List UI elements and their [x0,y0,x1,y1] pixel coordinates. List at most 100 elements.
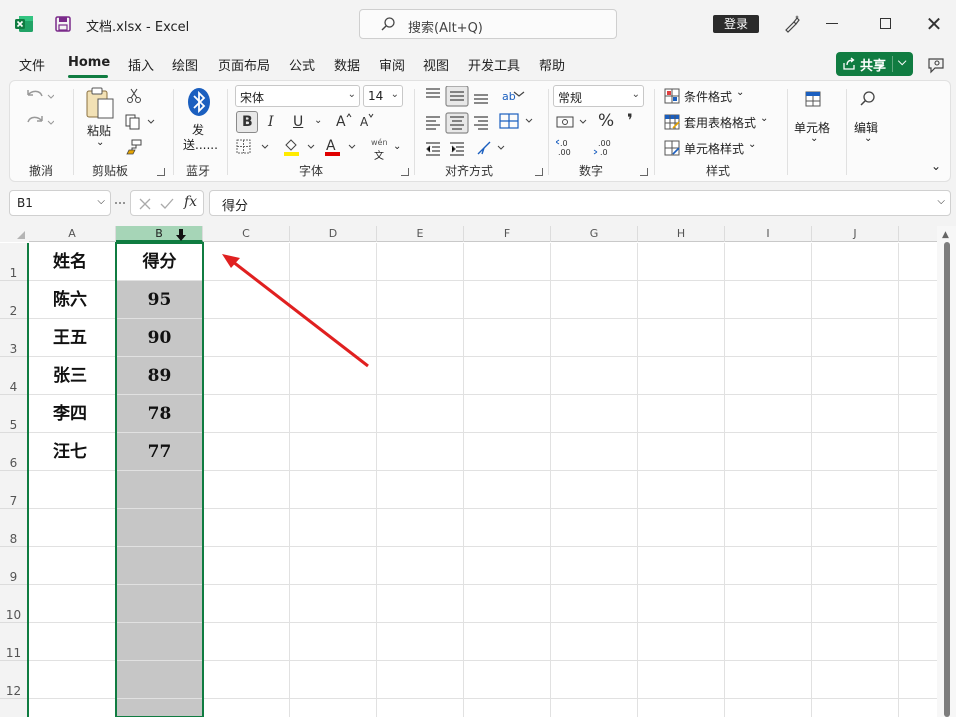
column-header-h[interactable]: H [638,226,725,242]
alignment-launcher-icon[interactable] [535,168,543,176]
scrollbar-thumb[interactable] [944,242,950,717]
cell-name[interactable]: 李四 [53,395,87,433]
column-header-j[interactable]: J [812,226,899,242]
row-header-11[interactable]: 11 [0,623,27,661]
column-header-a[interactable]: A [29,226,116,242]
bold-button[interactable]: B [236,111,258,133]
copy-icon[interactable] [124,114,156,130]
row-header-10[interactable]: 10 [0,585,27,623]
font-size-select[interactable]: 14 ⌄ [363,85,403,107]
designer-pen-icon[interactable] [782,14,802,34]
tab-insert[interactable]: 插入 [128,55,154,74]
row-header-7[interactable]: 7 [0,471,27,509]
select-all-corner[interactable] [0,226,29,242]
column-header-e[interactable]: E [377,226,464,242]
column-header-d[interactable]: D [290,226,377,242]
font-size-adjust-icons[interactable]: A A [336,112,380,130]
tab-developer[interactable]: 开发工具 [468,55,520,74]
column-header-c[interactable]: C [203,226,290,242]
row-header-5[interactable]: 5 [0,395,27,433]
name-box[interactable]: B1 ⌵ [9,190,111,216]
formula-input[interactable]: 得分 ⌵ [209,190,951,216]
italic-button[interactable]: I [268,114,274,130]
format-painter-icon[interactable] [126,139,142,155]
cells-icon[interactable] [804,90,822,108]
column-header-f[interactable]: F [464,226,551,242]
chevron-down-icon[interactable]: ⌄ [760,113,768,124]
tab-page-layout[interactable]: 页面布局 [218,55,270,74]
expand-formula-icon[interactable]: ⌵ [937,196,945,207]
close-icon[interactable]: ✕ [924,14,944,34]
cell-name[interactable]: 王五 [53,319,87,357]
row-header-9[interactable]: 9 [0,547,27,585]
number-launcher-icon[interactable] [640,168,648,176]
decimal-adjust-icons[interactable]: .0 .00 .00 .0 [556,138,626,156]
tab-home[interactable]: Home [68,55,110,70]
table-format-label[interactable]: 套用表格格式 [684,114,756,131]
column-header-b[interactable]: B [116,226,203,242]
row-header-1[interactable]: 1 [0,243,27,281]
cell-name[interactable]: 张三 [53,357,87,395]
cell-area[interactable]: 姓名 得分 陈六 95 王五 90 张三 89 李四 78 汪七 77 [29,242,937,717]
paste-icon[interactable] [84,87,116,121]
ribbon-collapse-icon[interactable]: ⌄ [931,159,941,173]
row-header-3[interactable]: 3 [0,319,27,357]
tab-view[interactable]: 视图 [423,55,449,74]
underline-button[interactable]: U [293,114,303,130]
chevron-down-icon[interactable]: ⌄ [864,133,872,144]
row-header-12[interactable]: 12 [0,661,27,699]
percent-button[interactable]: % [598,113,614,130]
alignment-icons[interactable]: ab [422,86,542,158]
row-header-4[interactable]: 4 [0,357,27,395]
worksheet-grid[interactable]: A B C D E F G H I J 1 2 3 4 5 6 7 8 9 10… [0,226,956,717]
row-header-6[interactable]: 6 [0,433,27,471]
scroll-up-icon[interactable]: ▲ [942,230,949,240]
search-icon[interactable] [859,90,877,108]
currency-format-icon[interactable] [556,114,592,130]
tab-review[interactable]: 审阅 [379,55,405,74]
tab-draw[interactable]: 绘图 [172,55,198,74]
number-format-select[interactable]: 常规 ⌄ [553,85,644,107]
tab-help[interactable]: 帮助 [539,55,565,74]
cell-a1-name-header[interactable]: 姓名 [53,243,87,281]
font-name-select[interactable]: 宋体 ⌄ [235,85,360,107]
more-options-icon[interactable] [114,199,126,207]
send-label-line2[interactable]: 送...... [183,136,218,153]
comments-icon[interactable] [926,55,946,75]
conditional-format-label[interactable]: 条件格式 [684,88,732,105]
comma-style-button[interactable]: ❜ [627,113,633,130]
table-format-icon[interactable] [664,114,680,130]
underline-dropdown-icon[interactable]: ⌄ [314,113,322,129]
row-header-8[interactable]: 8 [0,509,27,547]
chevron-down-icon[interactable]: ⌵ [97,196,105,207]
tab-file[interactable]: 文件 [19,55,45,74]
font-color-icon[interactable]: A [323,137,359,157]
insert-function-icon[interactable]: fx [184,194,197,210]
conditional-format-icon[interactable] [664,88,680,104]
login-button[interactable]: 登录 [713,15,759,33]
cut-icon[interactable] [126,88,142,104]
cell-style-icon[interactable] [664,140,680,156]
chevron-down-icon[interactable]: ⌵ [898,55,906,69]
tab-formulas[interactable]: 公式 [289,55,315,74]
border-icon[interactable] [236,139,272,155]
vertical-scrollbar[interactable]: ▲ [937,226,956,717]
chevron-down-icon[interactable]: ⌄ [810,133,818,144]
cancel-icon[interactable] [138,197,152,211]
phonetic-dropdown-icon[interactable]: ⌄ [393,141,401,152]
cell-style-label[interactable]: 单元格样式 [684,140,744,157]
redo-icon[interactable] [24,113,54,131]
column-header-g[interactable]: G [551,226,638,242]
enter-check-icon[interactable] [160,197,174,211]
column-header-i[interactable]: I [725,226,812,242]
save-icon[interactable] [54,15,72,33]
font-launcher-icon[interactable] [401,168,409,176]
bluetooth-icon[interactable] [187,87,211,117]
row-header-2[interactable]: 2 [0,281,27,319]
fill-color-icon[interactable] [282,137,318,157]
paste-dropdown-icon[interactable]: ⌄ [96,137,104,148]
chevron-down-icon[interactable]: ⌄ [736,87,744,98]
share-button[interactable]: 共享 ⌵ [836,52,913,76]
chevron-down-icon[interactable]: ⌄ [748,139,756,150]
phonetic-top[interactable]: wén [371,138,388,147]
